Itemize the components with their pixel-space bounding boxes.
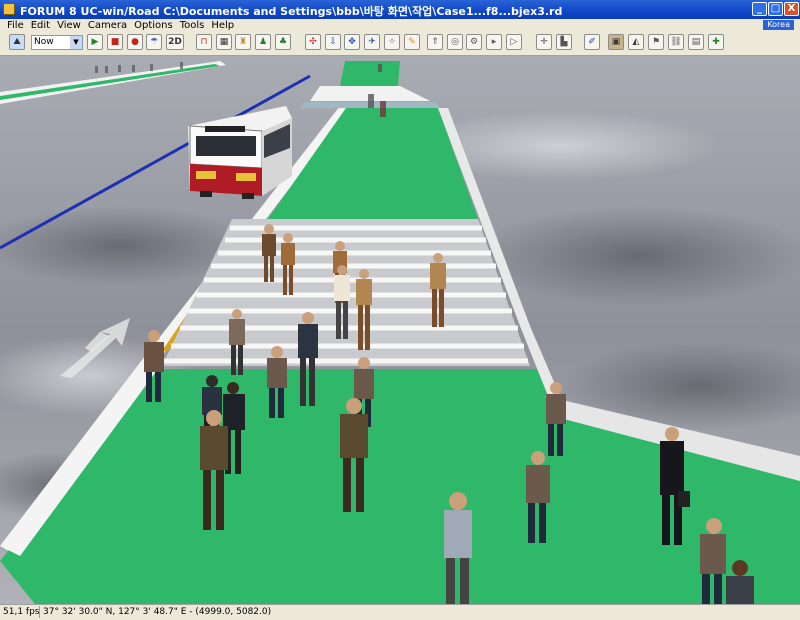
zoom-2d-button[interactable]: 2D	[166, 34, 184, 50]
road-icon[interactable]: ⊓	[196, 34, 212, 50]
airplane-icon[interactable]: ✈	[364, 34, 380, 50]
tunnel-icon[interactable]: ◭	[628, 34, 644, 50]
title-bar: FORUM 8 UC-win/Road C:\Documents and Set…	[0, 0, 800, 19]
menu-edit[interactable]: Edit	[31, 20, 50, 31]
play-icon[interactable]: ▶	[87, 34, 103, 50]
minimize-button[interactable]: _	[752, 2, 767, 16]
model-icon[interactable]: ♜	[235, 34, 251, 50]
center-icon[interactable]: ✛	[536, 34, 552, 50]
chart-icon[interactable]: ▙	[556, 34, 572, 50]
3d-viewport[interactable]	[0, 56, 800, 604]
time-select[interactable]: Now ▼	[31, 35, 83, 50]
far-median	[340, 61, 400, 86]
move-icon[interactable]: ✥	[344, 34, 360, 50]
scene-graphic	[0, 56, 800, 604]
camera-icon[interactable]: ▸	[486, 34, 502, 50]
pan-icon[interactable]: ✧	[384, 34, 400, 50]
menu-view[interactable]: View	[57, 20, 81, 31]
window-title: FORUM 8 UC-win/Road C:\Documents and Set…	[20, 5, 563, 18]
coordinates-readout: 37° 32' 30.0" N, 127° 3' 48.7" E - (4999…	[43, 607, 272, 617]
close-button[interactable]: X	[784, 2, 799, 16]
language-indicator[interactable]: Korea	[763, 20, 794, 30]
menu-tools[interactable]: Tools	[180, 20, 205, 31]
pencil-icon[interactable]: ✎	[404, 34, 420, 50]
menu-file[interactable]: File	[7, 20, 24, 31]
terrain-icon[interactable]: ⛰	[9, 34, 25, 50]
maximize-button[interactable]: □	[768, 2, 783, 16]
menu-options[interactable]: Options	[134, 20, 173, 31]
map-icon[interactable]: ▣	[608, 34, 624, 50]
menu-help[interactable]: Help	[211, 20, 234, 31]
camera-icon-2[interactable]: ▷	[506, 34, 522, 50]
time-select-value: Now	[34, 37, 54, 47]
tree-icon[interactable]: ♣	[275, 34, 291, 50]
table-icon[interactable]: ▦	[216, 34, 232, 50]
add-icon[interactable]: ✚	[708, 34, 724, 50]
fps-readout: 51,1 fps	[0, 606, 40, 618]
walk-icon[interactable]: ⇑	[427, 34, 443, 50]
building-icon[interactable]: ■	[107, 34, 123, 50]
sign-icon[interactable]: ⚑	[648, 34, 664, 50]
weather-icon[interactable]: ☂	[146, 34, 162, 50]
steering-icon[interactable]: ◎	[447, 34, 463, 50]
app-icon	[3, 3, 15, 15]
people-icon[interactable]: ♟	[255, 34, 271, 50]
toolbar: ⛰ Now ▼ ▶ ■ ● ☂ 2D ⊓ ▦ ♜ ♟ ♣ ✣ ⇩ ✥ ✈ ✧ ✎…	[0, 31, 800, 56]
chevron-down-icon: ▼	[70, 36, 82, 49]
status-bar: 51,1 fps 37° 32' 30.0" N, 127° 3' 48.7" …	[0, 604, 800, 620]
link-icon[interactable]: ⛓	[668, 34, 684, 50]
menu-bar: File Edit View Camera Options Tools Help	[0, 19, 800, 31]
menu-camera[interactable]: Camera	[88, 20, 127, 31]
traffic-signal-icon[interactable]: ●	[127, 34, 143, 50]
document-icon[interactable]: ▤	[688, 34, 704, 50]
rotate-icon[interactable]: ✣	[305, 34, 321, 50]
draw-icon[interactable]: ✐	[584, 34, 600, 50]
gear-icon[interactable]: ⚙	[466, 34, 482, 50]
arrow-down-icon[interactable]: ⇩	[325, 34, 341, 50]
